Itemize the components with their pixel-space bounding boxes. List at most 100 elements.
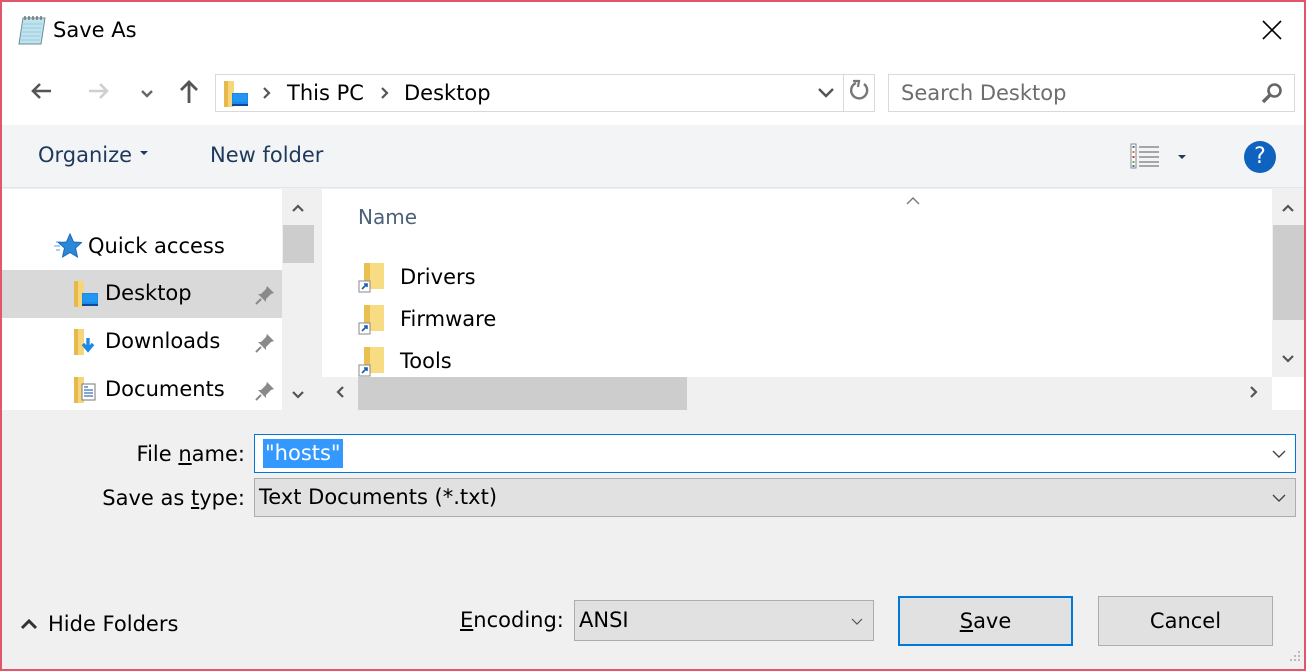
file-row[interactable]: Tools	[352, 341, 852, 381]
pin-icon[interactable]	[254, 332, 276, 358]
folder-shortcut-icon	[358, 347, 384, 381]
scroll-down-button[interactable]	[1272, 342, 1304, 374]
documents-folder-icon	[72, 376, 102, 408]
chevron-down-icon	[850, 611, 864, 630]
organize-button[interactable]: Organize	[38, 143, 149, 167]
new-folder-button[interactable]: New folder	[210, 143, 323, 167]
search-input[interactable]	[889, 75, 1249, 111]
nav-pane-scrollbar[interactable]	[282, 189, 314, 410]
filename-input[interactable]: "hosts"	[254, 434, 1296, 473]
file-list-vertical-scrollbar[interactable]	[1272, 189, 1304, 377]
navigation-pane: Quick access Desktop Downloads Documents	[2, 189, 314, 410]
file-name: Tools	[400, 349, 452, 373]
pin-icon[interactable]	[254, 380, 276, 406]
star-icon	[54, 232, 83, 263]
sort-ascending-icon	[905, 191, 921, 210]
forward-button[interactable]	[82, 76, 116, 110]
caret-down-icon	[140, 151, 149, 155]
chevron-up-icon	[1281, 198, 1295, 217]
nav-label: Desktop	[105, 281, 192, 305]
title-bar: Save As	[2, 2, 1304, 62]
cancel-button[interactable]: Cancel	[1098, 596, 1273, 646]
file-list: Name Drivers Firmware Tools	[322, 189, 1272, 377]
save-type-select[interactable]: Text Documents (*.txt)	[254, 478, 1296, 517]
organize-label: Organize	[38, 143, 133, 167]
nav-quick-access[interactable]: Quick access	[2, 223, 282, 271]
breadcrumb-this-pc[interactable]: This PC	[287, 81, 364, 105]
nav-label: Documents	[105, 377, 225, 401]
command-bar: Organize New folder ?	[2, 125, 1304, 188]
scroll-thumb[interactable]	[358, 377, 687, 410]
scrollbar-corner	[1272, 377, 1304, 410]
label-text: ncoding:	[473, 608, 564, 632]
encoding-select[interactable]: ANSI	[574, 600, 874, 641]
help-button[interactable]: ?	[1244, 141, 1276, 173]
chevron-right-icon	[380, 85, 390, 105]
chevron-right-icon	[262, 85, 272, 105]
view-options-dropdown[interactable]	[1178, 155, 1186, 159]
column-header-name[interactable]: Name	[358, 205, 417, 229]
label-text: ame:	[191, 442, 245, 466]
close-icon	[1261, 19, 1283, 45]
pane-splitter[interactable]	[314, 189, 322, 410]
file-row[interactable]: Drivers	[352, 257, 852, 297]
filename-dropdown-button[interactable]	[1269, 443, 1289, 463]
encoding-label: Encoding:	[460, 608, 564, 632]
nav-downloads[interactable]: Downloads	[2, 318, 282, 366]
scroll-right-button[interactable]	[1238, 377, 1270, 409]
scroll-up-button[interactable]	[282, 191, 314, 223]
nav-desktop[interactable]: Desktop	[2, 270, 282, 318]
recent-locations-button[interactable]	[132, 76, 162, 110]
change-view-button[interactable]	[1130, 143, 1160, 173]
back-button[interactable]	[24, 76, 58, 110]
label-accesskey: t	[191, 486, 200, 510]
label-text: File	[136, 442, 179, 466]
navigation-bar: This PC Desktop	[2, 62, 1304, 125]
chevron-down-icon	[140, 84, 154, 103]
file-row[interactable]: Firmware	[352, 299, 852, 339]
scroll-left-button[interactable]	[324, 377, 356, 409]
nav-documents[interactable]: Documents	[2, 366, 282, 414]
chevron-down-icon	[1271, 488, 1287, 507]
save-button[interactable]: Save	[898, 596, 1073, 646]
scroll-thumb[interactable]	[1273, 225, 1304, 320]
folder-shortcut-icon	[358, 263, 384, 297]
save-type-dropdown-button[interactable]	[1269, 487, 1289, 507]
file-list-horizontal-scrollbar[interactable]	[322, 377, 1272, 410]
scroll-thumb[interactable]	[283, 225, 314, 263]
close-button[interactable]	[1252, 12, 1292, 52]
label-accesskey: n	[178, 442, 192, 466]
encoding-dropdown-button[interactable]	[847, 610, 867, 630]
arrow-right-icon	[87, 81, 111, 105]
chevron-down-icon	[1271, 444, 1287, 463]
address-history-button[interactable]	[808, 75, 844, 111]
file-name: Firmware	[400, 307, 497, 331]
scroll-up-button[interactable]	[1272, 191, 1304, 223]
label-accesskey: E	[460, 608, 474, 632]
address-bar[interactable]: This PC Desktop	[215, 74, 875, 112]
chevron-right-icon	[1249, 384, 1259, 403]
chevron-down-icon	[1281, 349, 1295, 368]
refresh-icon	[849, 79, 870, 107]
nav-label: Quick access	[88, 234, 225, 258]
pin-icon[interactable]	[254, 284, 276, 310]
chevron-down-icon	[291, 385, 305, 404]
filename-value[interactable]: "hosts"	[263, 439, 343, 468]
details-view-icon	[1130, 143, 1160, 173]
refresh-button[interactable]	[844, 75, 875, 111]
resize-grip-icon[interactable]	[1288, 648, 1302, 667]
arrow-up-icon	[178, 78, 200, 108]
up-button[interactable]	[172, 76, 206, 110]
search-box[interactable]	[888, 74, 1295, 112]
scroll-down-button[interactable]	[282, 378, 314, 410]
label-text: ype:	[199, 486, 245, 510]
desktop-folder-icon	[72, 280, 102, 312]
search-icon	[1260, 81, 1284, 109]
notepad-icon	[18, 14, 48, 46]
downloads-folder-icon	[72, 328, 102, 360]
desktop-folder-icon	[222, 80, 252, 112]
chevron-up-icon	[291, 198, 305, 217]
hide-folders-button[interactable]: Hide Folders	[20, 612, 178, 636]
encoding-value: ANSI	[579, 608, 629, 632]
breadcrumb-desktop[interactable]: Desktop	[404, 81, 491, 105]
